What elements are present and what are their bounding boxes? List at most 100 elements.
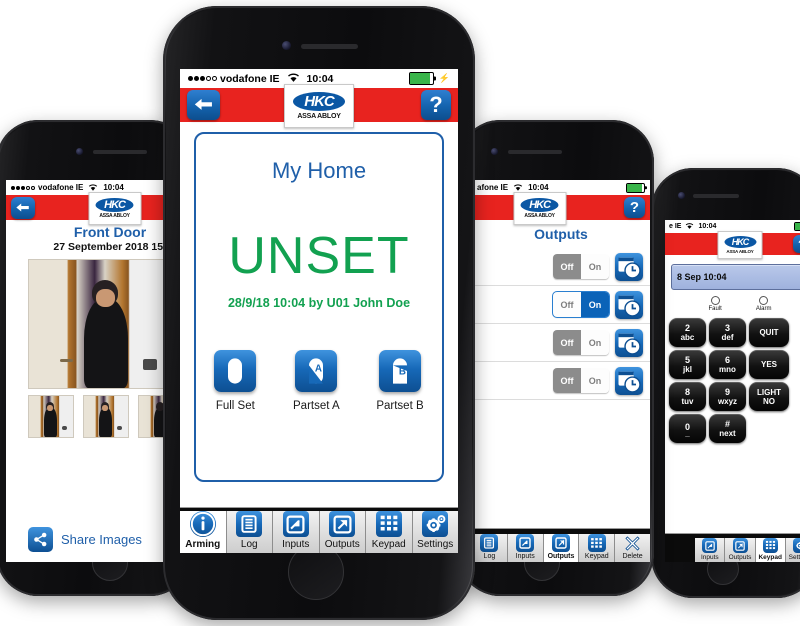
back-button[interactable] (11, 196, 35, 219)
keypad-icon (587, 534, 606, 552)
tab-delete[interactable]: Delete (615, 534, 650, 562)
log-icon (236, 511, 263, 537)
tab-label: Outputs (324, 539, 360, 550)
timer-icon[interactable] (615, 290, 643, 319)
outputs-page-title: Outputs (534, 226, 588, 242)
tab-settings[interactable]: Settings (412, 511, 458, 553)
tab-arming[interactable]: Arming (180, 511, 227, 553)
front-camera-icon (491, 148, 498, 155)
lock-full-icon (214, 350, 257, 392)
tab-keypad[interactable]: Keypad (366, 511, 413, 553)
output-toggle[interactable]: Off On (553, 254, 609, 279)
toggle-off-label[interactable]: Off (553, 254, 581, 279)
tab-inputs[interactable]: Inputs (695, 538, 726, 562)
hkc-logo-mark: HKC (95, 198, 134, 212)
tab-keypad[interactable]: Keypad (755, 538, 786, 562)
tab-log[interactable]: Log (226, 511, 273, 553)
keypad-body: 8 Sep 10:04 Fault Alarm 2 abc 3 def QUIT… (665, 255, 800, 443)
door-thumbnail[interactable] (83, 395, 129, 438)
toggle-off-label[interactable]: Off (553, 368, 581, 393)
key-top: 8 (684, 387, 690, 397)
key-quit[interactable]: QUIT (749, 318, 789, 347)
nav-bar: HKC ASSA ABLOY ? (472, 192, 650, 225)
tab-label: Outputs (547, 553, 575, 560)
output-toggle[interactable]: Off On (553, 368, 609, 393)
timer-icon[interactable] (615, 252, 643, 281)
output-toggle[interactable]: Off On (552, 291, 610, 318)
key-bottom: next (719, 429, 736, 438)
help-button[interactable]: ? (793, 235, 800, 253)
wifi-icon (513, 183, 523, 193)
partset-a-button[interactable]: A Partset A (293, 350, 340, 412)
key-top: 5 (684, 355, 690, 365)
phone-outputs: afone IE 10:04 HKC ASSA ABLOY ? Outputs (458, 120, 654, 596)
toggle-off-label[interactable]: Off (553, 330, 581, 355)
tab-label: Arming (185, 539, 221, 550)
help-button[interactable]: ? (624, 197, 645, 218)
timer-icon[interactable] (615, 366, 643, 395)
door-thumbnail[interactable] (28, 395, 74, 438)
tab-label: Inputs (282, 539, 310, 550)
outputs-icon (551, 534, 570, 552)
tab-settings[interactable]: Settings (785, 538, 800, 562)
toggle-off-label[interactable]: Off (553, 292, 581, 317)
charging-icon: ⚡ (438, 73, 450, 83)
key-top: 3 (724, 323, 730, 333)
door-image-large[interactable] (28, 259, 176, 389)
share-images-button[interactable]: Share Images (28, 527, 142, 552)
tab-keypad[interactable]: Keypad (579, 534, 616, 562)
front-camera-icon (76, 148, 83, 155)
hkc-logo: HKC ASSA ABLOY (284, 84, 354, 128)
tab-log[interactable]: Log (472, 534, 508, 562)
key-5[interactable]: 5 jkl (669, 350, 706, 379)
outputs-screen: afone IE 10:04 HKC ASSA ABLOY ? Outputs (472, 180, 650, 562)
battery-icon (408, 72, 434, 85)
back-arrow-icon (16, 203, 29, 212)
earpiece-speaker (301, 44, 358, 49)
key-light-no[interactable]: LIGHT NO (749, 382, 789, 411)
delete-icon (624, 534, 642, 552)
full-set-button[interactable]: Full Set (214, 350, 257, 412)
key-hash-next[interactable]: # next (709, 414, 746, 443)
toggle-on-label[interactable]: On (581, 292, 609, 317)
tab-inputs[interactable]: Inputs (273, 511, 320, 553)
arm-state-detail: 28/9/18 10:04 by U01 John Doe (227, 296, 411, 310)
key-9[interactable]: 9 wxyz (709, 382, 746, 411)
key-bottom: jkl (683, 365, 692, 374)
outputs-icon (732, 538, 748, 553)
log-icon (480, 534, 499, 552)
tab-label: Settings (788, 554, 800, 561)
key-3[interactable]: 3 def (709, 318, 746, 347)
key-top: 2 (684, 323, 690, 333)
status-time: 10:04 (103, 183, 124, 192)
timer-icon[interactable] (615, 328, 643, 357)
key-6[interactable]: 6 mno (709, 350, 746, 379)
output-toggle[interactable]: Off On (553, 330, 609, 355)
hkc-logo-mark: HKC (293, 92, 345, 111)
help-button[interactable]: ? (421, 90, 451, 120)
tab-outputs[interactable]: Outputs (725, 538, 756, 562)
key-bottom: tuv (681, 397, 694, 406)
assa-abloy-text: ASSA ABLOY (726, 249, 754, 254)
toggle-on-label[interactable]: On (581, 254, 609, 279)
tab-outputs[interactable]: Outputs (319, 511, 366, 553)
signal-dots-icon (11, 185, 35, 190)
toggle-on-label[interactable]: On (581, 368, 609, 393)
back-button[interactable] (187, 90, 220, 120)
led-alarm: Alarm (756, 296, 772, 312)
key-0[interactable]: 0 _ (669, 414, 706, 443)
toggle-on-label[interactable]: On (581, 330, 609, 355)
tab-outputs[interactable]: Outputs (543, 534, 580, 562)
key-2[interactable]: 2 abc (669, 318, 706, 347)
lock-part-b-icon: B (379, 350, 421, 392)
page-title: My Home (271, 158, 367, 183)
hkc-logo-mark: HKC (520, 198, 559, 212)
svg-text:B: B (399, 367, 406, 378)
key-yes[interactable]: YES (749, 350, 789, 379)
fault-led-icon (710, 296, 720, 305)
key-8[interactable]: 8 tuv (669, 382, 706, 411)
key-top: # (724, 419, 730, 429)
fault-led-label: Fault (708, 306, 722, 312)
partset-b-button[interactable]: B Partset B (376, 350, 424, 412)
tab-inputs[interactable]: Inputs (507, 534, 544, 562)
